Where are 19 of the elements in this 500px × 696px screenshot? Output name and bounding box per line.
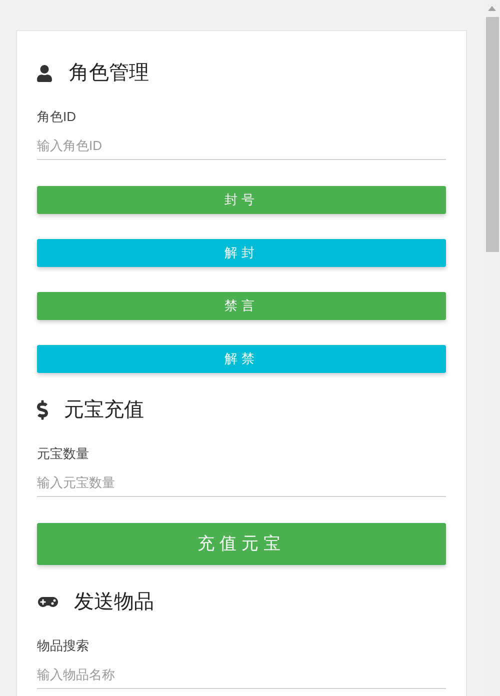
section-heading: 元宝充值 [64,398,144,423]
action-button[interactable]: 解禁 [37,345,446,373]
input-field[interactable]: 输入角色ID [37,132,446,160]
action-button[interactable]: 充值元宝 [37,523,446,565]
input-field[interactable]: 输入物品名称 [37,661,446,689]
field-label: 元宝数量 [37,445,89,463]
action-button[interactable]: 封号 [37,186,446,214]
field-label: 角色ID [37,108,76,126]
section-heading: 发送物品 [74,590,154,615]
gamepad-icon [37,594,59,610]
scroll-up-icon[interactable] [488,6,496,11]
action-button[interactable]: 禁言 [37,292,446,320]
user-icon [37,64,52,82]
input-field[interactable]: 输入元宝数量 [37,469,446,497]
action-button[interactable]: 解封 [37,239,446,267]
section-heading: 角色管理 [69,61,149,86]
scrollbar-thumb[interactable] [486,17,498,252]
field-label: 物品搜索 [37,637,89,655]
dollar-icon [37,400,48,420]
